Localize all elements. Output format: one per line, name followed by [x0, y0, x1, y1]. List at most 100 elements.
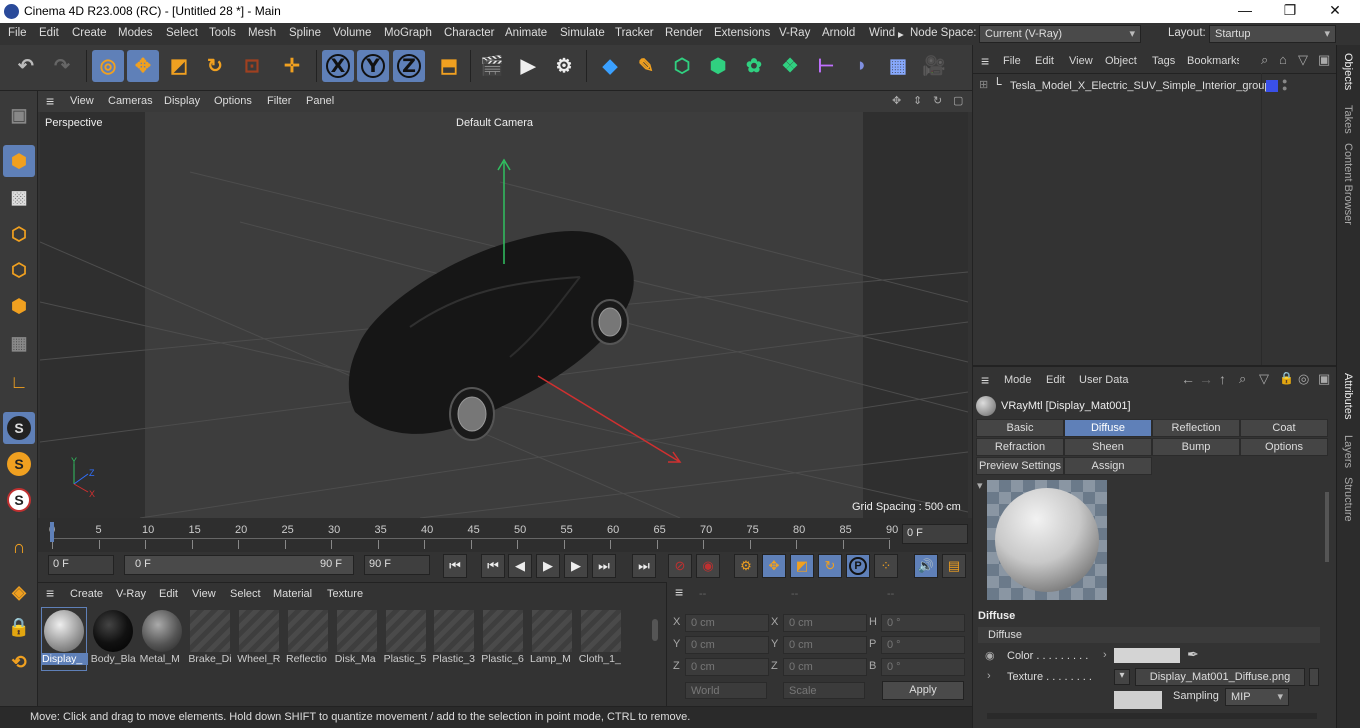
render-view-icon[interactable]: 🎬 [476, 50, 508, 82]
cloner-icon[interactable]: ✿ [738, 50, 770, 82]
coordinate-space-dropdown[interactable]: World [685, 682, 767, 699]
parameter-key-button[interactable]: P [846, 554, 870, 578]
material-swatch[interactable]: Plastic_3 [432, 608, 476, 670]
attr-menu-user-data[interactable]: User Data [1079, 374, 1129, 386]
tab-options[interactable]: Options [1240, 438, 1328, 456]
home-icon[interactable]: ⌂ [1279, 52, 1287, 67]
end-frame-field[interactable]: 90 F [364, 555, 430, 575]
new-view-icon[interactable]: ▣ [1318, 52, 1330, 68]
menu-mesh[interactable]: Mesh [248, 27, 276, 39]
menu-animate[interactable]: Animate [505, 27, 547, 39]
current-frame-field[interactable]: 0 F [902, 524, 968, 544]
film-strip-icon[interactable]: ▤ [942, 554, 966, 578]
coord-value-field[interactable]: 0 cm [783, 636, 867, 654]
lock-workplane-icon[interactable]: 🔒 [3, 611, 35, 643]
mat-menu-material[interactable]: Material [273, 588, 312, 600]
hamburger-menu-icon[interactable]: ≡ [46, 93, 54, 109]
obj-menu-view[interactable]: View [1069, 55, 1093, 67]
field-icon[interactable]: ◗ [846, 50, 878, 82]
material-swatch[interactable]: Brake_Di [188, 608, 232, 670]
menu-overflow-icon[interactable]: ▸ [898, 27, 904, 41]
attr-new-view-icon[interactable]: ▣ [1318, 371, 1330, 387]
material-menu-hamburger-icon[interactable]: ≡ [46, 585, 54, 601]
point-level-animation-icon[interactable]: ⁘ [874, 554, 898, 578]
vp-menu-display[interactable]: Display [164, 95, 200, 107]
side-tab-attributes[interactable]: Attributes [1342, 373, 1354, 419]
coord-value-field[interactable]: 0 ° [881, 636, 965, 654]
maximize-button[interactable]: ❐ [1275, 2, 1305, 19]
floor-icon[interactable]: ▦ [882, 50, 914, 82]
redo-icon[interactable]: ↷ [46, 50, 78, 82]
make-editable-icon[interactable]: ▣ [3, 99, 35, 131]
undo-icon[interactable]: ↶ [10, 50, 42, 82]
mat-menu-select[interactable]: Select [230, 588, 261, 600]
keyframe-selection-icon[interactable]: ⚙ [734, 554, 758, 578]
vp-menu-panel[interactable]: Panel [306, 95, 334, 107]
polygons-mode-icon[interactable]: ⬢ [3, 290, 35, 322]
mat-menu-view[interactable]: View [192, 588, 216, 600]
material-swatch[interactable]: Wheel_R [237, 608, 281, 670]
side-tab-takes[interactable]: Takes [1342, 105, 1354, 134]
vp-menu-filter[interactable]: Filter [267, 95, 291, 107]
tab-reflection[interactable]: Reflection [1152, 419, 1240, 437]
sound-icon[interactable]: 🔊 [914, 554, 938, 578]
material-scrollbar[interactable] [652, 619, 658, 641]
coord-value-field[interactable]: 0 cm [685, 636, 769, 654]
attr-horizontal-scrollbar[interactable] [987, 713, 1317, 719]
transfer-tool-icon[interactable]: ✛ [276, 50, 308, 82]
coords-menu-hamburger-icon[interactable]: ≡ [675, 584, 683, 600]
texture-expand-icon[interactable]: › [987, 670, 991, 682]
tab-coat[interactable]: Coat [1240, 419, 1328, 437]
z-axis-lock-button[interactable]: Z [393, 50, 425, 82]
tweak-mode-icon[interactable]: ⟲ [3, 646, 35, 678]
rotation-key-icon[interactable]: ↻ [818, 554, 842, 578]
move-tool-icon[interactable]: ✥ [127, 50, 159, 82]
pen-spline-icon[interactable]: ✎ [630, 50, 662, 82]
tab-basic[interactable]: Basic [976, 419, 1064, 437]
attr-filter-icon[interactable]: ▽ [1259, 371, 1269, 387]
coordinate-system-icon[interactable]: ⬒ [433, 50, 465, 82]
previous-key-icon[interactable]: ⏮ [481, 554, 505, 578]
coord-value-field[interactable]: 0 cm [783, 658, 867, 676]
visibility-dots-icon[interactable]: ● ● [1282, 77, 1287, 93]
material-swatch[interactable]: Plastic_6 [481, 608, 525, 670]
menu-character[interactable]: Character [444, 27, 495, 39]
material-swatch[interactable]: Lamp_M [530, 608, 574, 670]
playhead[interactable] [50, 522, 54, 542]
live-selection-icon[interactable]: ◎ [92, 50, 124, 82]
object-row[interactable]: ⊞ └ Tesla_Model_X_Electric_SUV_Simple_In… [973, 76, 1337, 96]
play-icon[interactable]: ▶ [536, 554, 560, 578]
eyedropper-icon[interactable]: ✒ [1187, 646, 1199, 663]
material-swatch[interactable]: Body_Bla [91, 608, 136, 670]
material-swatch[interactable]: Reflectio [286, 608, 330, 670]
texture-file-button[interactable]: Display_Mat001_Diffuse.png [1135, 668, 1305, 686]
obj-menu-file[interactable]: File [1003, 55, 1021, 67]
color-expand-icon[interactable]: › [1103, 649, 1107, 661]
menu-arnold[interactable]: Arnold [822, 27, 855, 39]
cube-primitive-icon[interactable]: ◆ [594, 50, 626, 82]
expand-icon[interactable]: ⊞ [979, 78, 988, 91]
toggle-view-icon[interactable]: ▢ [953, 94, 963, 107]
menu-window[interactable]: Wind [869, 27, 895, 39]
3d-viewport[interactable]: Perspective Default Camera Grid Spacing … [40, 112, 968, 518]
mat-menu-edit[interactable]: Edit [159, 588, 178, 600]
active-camera-label[interactable]: Default Camera [456, 117, 533, 129]
tab-sheen[interactable]: Sheen [1064, 438, 1152, 456]
tab-preview-settings[interactable]: Preview Settings [976, 457, 1064, 475]
color-animate-icon[interactable]: ◉ [985, 649, 995, 662]
subdivision-surface-icon[interactable]: ⬡ [666, 50, 698, 82]
object-name[interactable]: Tesla_Model_X_Electric_SUV_Simple_Interi… [1010, 80, 1270, 92]
coord-value-field[interactable]: 0 cm [685, 658, 769, 676]
menu-tools[interactable]: Tools [209, 27, 236, 39]
texture-more-button[interactable] [1309, 668, 1319, 686]
objects-menu-hamburger-icon[interactable]: ≡ [981, 53, 989, 69]
coord-value-field[interactable]: 0 ° [881, 658, 965, 676]
attr-menu-edit[interactable]: Edit [1046, 374, 1065, 386]
attr-scrollbar[interactable] [1325, 492, 1329, 562]
target-icon[interactable]: ◎ [1298, 371, 1309, 387]
attributes-menu-hamburger-icon[interactable]: ≡ [981, 372, 989, 388]
scale-mode-dropdown[interactable]: Scale [783, 682, 865, 699]
menu-file[interactable]: File [8, 27, 27, 39]
texture-mode-icon[interactable]: ▩ [3, 181, 35, 213]
next-frame-icon[interactable]: ▶ [564, 554, 588, 578]
